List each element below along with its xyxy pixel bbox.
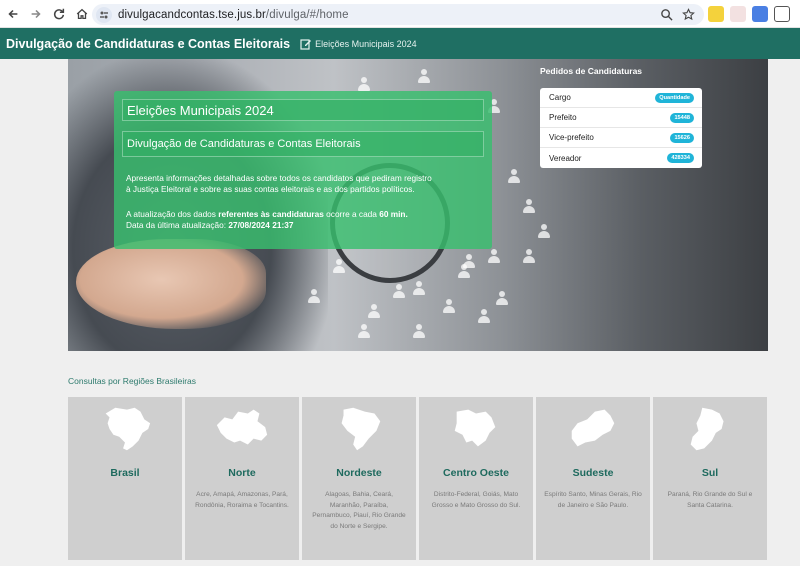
region-card-sul[interactable]: Sul Paraná, Rio Grande do Sul e Santa Ca… xyxy=(653,397,767,560)
person-icon xyxy=(538,224,550,238)
person-icon xyxy=(333,259,345,273)
extensions-puzzle-icon[interactable] xyxy=(774,6,790,22)
pedidos-title: Pedidos de Candidaturas xyxy=(540,66,643,76)
count-badge: 15626 xyxy=(670,132,694,143)
region-desc: Distrito-Federal, Goiás, Mato Grosso e M… xyxy=(431,491,521,509)
edit-icon xyxy=(300,38,312,50)
person-icon xyxy=(458,264,470,278)
pedidos-header-row: Cargo Quantidade xyxy=(540,88,702,108)
bookmark-star-icon[interactable] xyxy=(680,6,696,22)
address-bar[interactable]: divulgacandcontas.tse.jus.br/divulga/#/h… xyxy=(92,4,704,25)
person-icon xyxy=(413,281,425,295)
person-icon xyxy=(358,77,370,91)
home-icon[interactable] xyxy=(71,3,93,25)
pedidos-row-vereador[interactable]: Vereador 428334 xyxy=(540,148,702,168)
quantidade-badge: Quantidade xyxy=(655,92,694,103)
norte-map-icon xyxy=(216,409,268,445)
hero-heading: Eleições Municipais 2024 xyxy=(122,99,484,121)
hero-update-info: A atualização dos dados referentes às ca… xyxy=(126,209,408,230)
brasil-map-icon xyxy=(105,407,151,451)
person-icon xyxy=(496,291,508,305)
person-icon xyxy=(508,169,520,183)
pedidos-row-prefeito[interactable]: Prefeito 15448 xyxy=(540,108,702,128)
region-card-centro-oeste[interactable]: Centro Oeste Distrito-Federal, Goiás, Ma… xyxy=(419,397,533,560)
sudeste-map-icon xyxy=(571,409,615,447)
regions-title: Consultas por Regiões Brasileiras xyxy=(68,376,197,386)
election-link[interactable]: Eleições Municipais 2024 xyxy=(300,38,417,50)
region-card-sudeste[interactable]: Sudeste Espírito Santo, Minas Gerais, Ri… xyxy=(536,397,650,560)
centro-oeste-map-icon xyxy=(454,409,496,447)
person-icon xyxy=(368,304,380,318)
pedidos-row-vice-prefeito[interactable]: Vice-prefeito 15626 xyxy=(540,128,702,148)
region-card-brasil[interactable]: Brasil xyxy=(68,397,182,560)
region-desc: Alagoas, Bahia, Ceará, Maranhão, Paraíba… xyxy=(312,491,406,530)
site-title[interactable]: Divulgação de Candidaturas e Contas Elei… xyxy=(6,37,290,51)
person-icon xyxy=(413,324,425,338)
pedidos-card: Cargo Quantidade Prefeito 15448 Vice-pre… xyxy=(540,88,702,168)
cargo-label: Vice-prefeito xyxy=(549,133,594,142)
region-name: Nordeste xyxy=(336,467,382,479)
count-badge: 15448 xyxy=(670,112,694,123)
region-name: Sudeste xyxy=(572,467,614,479)
zoom-icon[interactable] xyxy=(658,6,674,22)
region-name: Sul xyxy=(701,467,719,479)
cargo-label: Vereador xyxy=(549,153,582,163)
browser-toolbar: divulgacandcontas.tse.jus.br/divulga/#/h… xyxy=(0,0,800,28)
region-desc: Paraná, Rio Grande do Sul e Santa Catari… xyxy=(667,491,753,509)
person-icon xyxy=(393,284,405,298)
region-desc: Acre, Amapá, Amazonas, Pará, Rondônia, R… xyxy=(195,491,289,509)
person-icon xyxy=(308,289,320,303)
person-icon xyxy=(478,309,490,323)
app-header: Divulgação de Candidaturas e Contas Elei… xyxy=(0,28,800,59)
cargo-label: Prefeito xyxy=(549,113,577,122)
person-icon xyxy=(443,299,455,313)
back-icon[interactable] xyxy=(2,3,24,25)
sul-map-icon xyxy=(690,407,724,451)
hero-description: Apresenta informações detalhadas sobre t… xyxy=(126,173,432,194)
region-card-nordeste[interactable]: Nordeste Alagoas, Bahia, Ceará, Maranhão… xyxy=(302,397,416,560)
region-card-norte[interactable]: Norte Acre, Amapá, Amazonas, Pará, Rondô… xyxy=(185,397,299,560)
url-text: divulgacandcontas.tse.jus.br/divulga/#/h… xyxy=(118,8,349,21)
person-icon xyxy=(358,324,370,338)
person-icon xyxy=(488,249,500,263)
region-name: Centro Oeste xyxy=(443,467,509,479)
cargo-label: Cargo xyxy=(549,93,571,102)
extension-translate-icon[interactable] xyxy=(752,6,768,22)
nordeste-map-icon xyxy=(341,407,381,451)
person-icon xyxy=(523,249,535,263)
site-info-icon[interactable] xyxy=(96,6,112,23)
forward-icon[interactable] xyxy=(25,3,47,25)
region-desc: Espírito Santo, Minas Gerais, Rio de Jan… xyxy=(544,491,642,509)
last-update-value: 27/08/2024 21:37 xyxy=(228,220,294,230)
count-badge: 428334 xyxy=(667,153,694,163)
person-icon xyxy=(523,199,535,213)
region-name: Brasil xyxy=(110,467,140,479)
hero-subheading: Divulgação de Candidaturas e Contas Elei… xyxy=(122,131,484,157)
reload-icon[interactable] xyxy=(48,3,70,25)
region-name: Norte xyxy=(228,467,256,479)
hero-info-panel: Eleições Municipais 2024 Divulgação de C… xyxy=(114,91,492,249)
election-label: Eleições Municipais 2024 xyxy=(315,38,417,49)
extension-mail-icon[interactable] xyxy=(730,6,746,22)
person-icon xyxy=(418,69,430,83)
extension-pin-icon[interactable] xyxy=(708,6,724,22)
